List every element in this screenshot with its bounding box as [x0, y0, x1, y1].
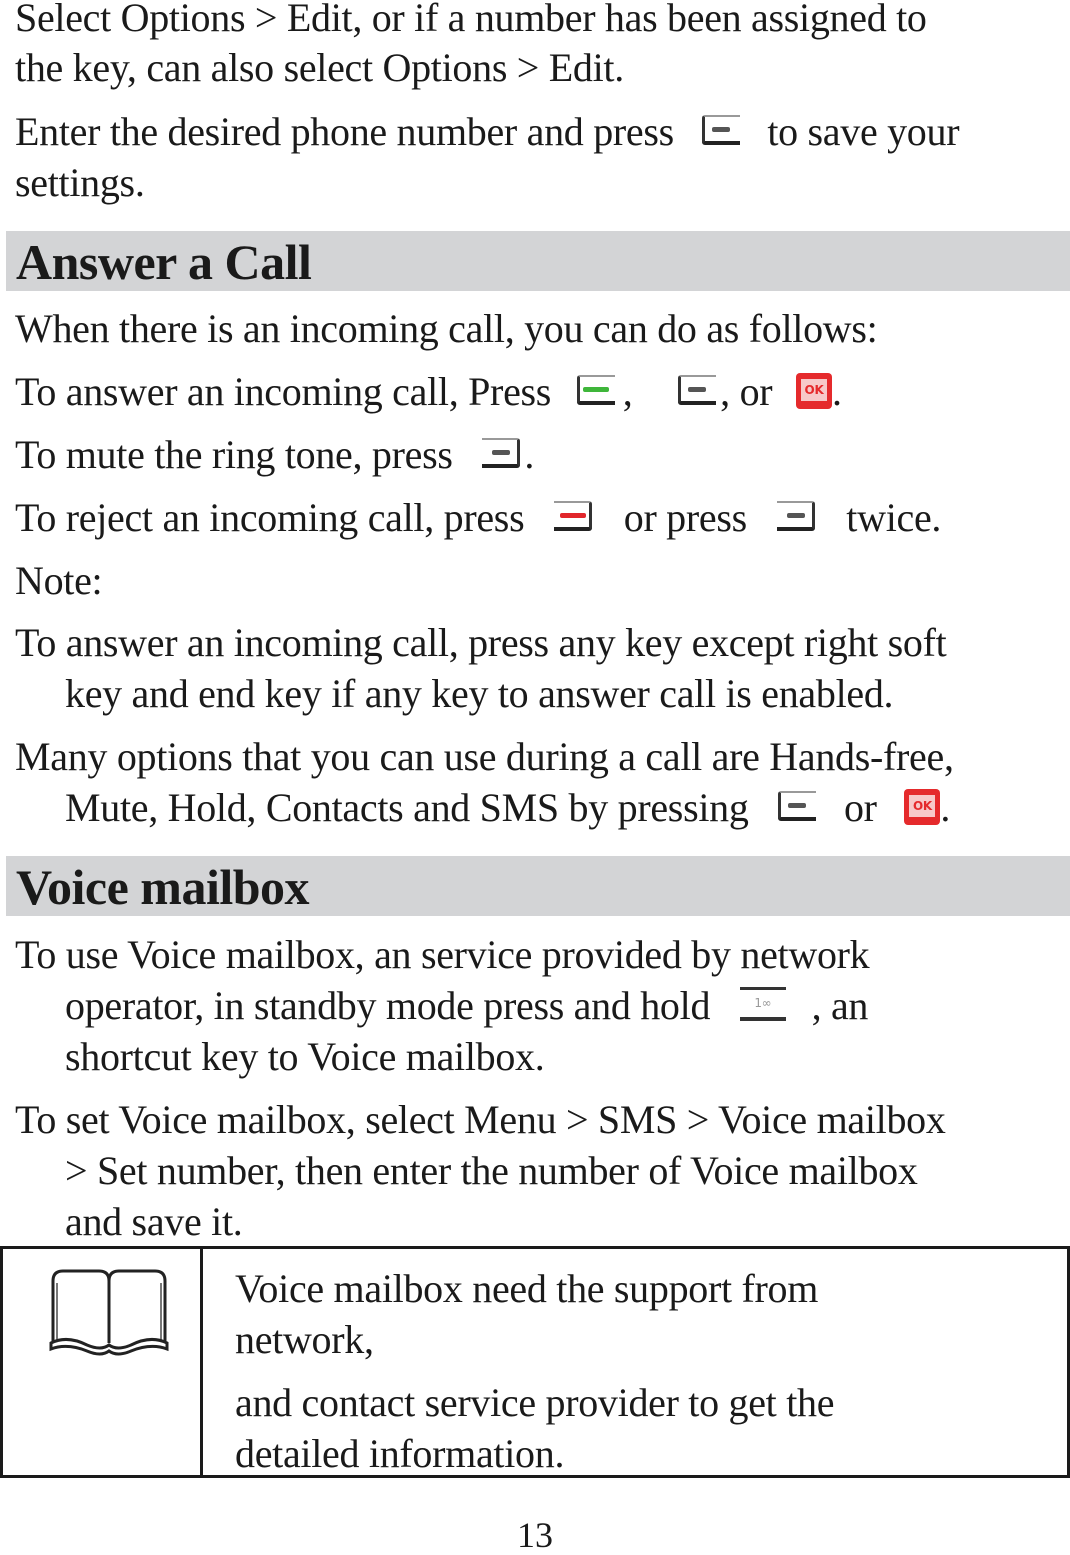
send-key-icon — [575, 373, 619, 409]
end-key-icon — [552, 499, 596, 535]
or-text: , or — [720, 369, 773, 414]
note-line3: and contact service provider to get the — [235, 1380, 835, 1425]
save-instruction-text: Enter the desired phone number and press — [15, 109, 674, 154]
section-heading-band: Answer a Call — [6, 231, 1070, 291]
section-heading-band: Voice mailbox — [6, 856, 1070, 916]
note2-line2: Mute, Hold, Contacts and SMS by pressing… — [15, 782, 1066, 833]
note-line4: detailed information. — [235, 1431, 565, 1476]
voicemail-set-line2: > Set number, then enter the number of V… — [65, 1148, 918, 1193]
answer-instruction: To answer an incoming call, Press , , or… — [15, 366, 1066, 417]
note-line2: network, — [235, 1317, 374, 1362]
mute-instruction: To mute the ring tone, press . — [15, 429, 1066, 480]
left-soft-key-icon — [700, 113, 744, 149]
voicemail-use-text: operator, in standby mode press and hold — [65, 983, 711, 1028]
left-soft-key-icon — [776, 789, 820, 825]
note-label: Note: — [15, 558, 103, 603]
note2-text: Mute, Hold, Contacts and SMS by pressing — [65, 785, 749, 830]
answer-intro: When there is an incoming call, you can … — [15, 306, 878, 351]
reject-instruction: To reject an incoming call, press or pre… — [15, 492, 1066, 543]
book-icon — [49, 1269, 169, 1356]
period: . — [832, 369, 842, 414]
comma: , — [622, 369, 633, 414]
ok-key-icon: OK — [796, 373, 832, 409]
page-number: 13 — [517, 1515, 553, 1555]
voicemail-set-line3: and save it. — [65, 1199, 243, 1244]
note-line1: Voice mailbox need the support from — [235, 1266, 819, 1311]
section-heading-answer-call: Answer a Call — [16, 234, 312, 290]
manual-page: Select Options > Edit, or if a number ha… — [0, 0, 1070, 1555]
save-instruction-line2: settings. — [15, 160, 145, 205]
ok-key-label: OK — [909, 795, 936, 817]
section-heading-voice-mailbox: Voice mailbox — [16, 859, 310, 915]
voicemail-use-line3: shortcut key to Voice mailbox. — [65, 1034, 545, 1079]
voicemail-set-line1: To set Voice mailbox, select Menu > SMS … — [15, 1097, 946, 1142]
note2-line1: Many options that you can use during a c… — [15, 734, 954, 779]
note-box: Voice mailbox need the support from netw… — [0, 1246, 1070, 1478]
reject-instruction-text: To reject an incoming call, press — [15, 495, 525, 540]
intro-paragraph-line1: Select Options > Edit, or if a number ha… — [15, 0, 927, 40]
period: . — [940, 785, 951, 830]
right-soft-key-icon — [775, 499, 819, 535]
ok-key-icon: OK — [904, 789, 941, 825]
one-key-voicemail-icon: 1∞ — [738, 987, 788, 1023]
right-soft-key-icon — [480, 436, 524, 472]
ok-key-label: OK — [801, 379, 827, 401]
mute-instruction-text: To mute the ring tone, press — [15, 432, 453, 477]
period: . — [524, 432, 535, 477]
left-soft-key-icon — [676, 373, 720, 409]
voicemail-use-line2: operator, in standby mode press and hold… — [15, 980, 1066, 1031]
voicemail-use-line1: To use Voice mailbox, an service provide… — [15, 932, 870, 977]
note-text-cell: Voice mailbox need the support from netw… — [235, 1263, 1057, 1479]
save-instruction-text-after: to save your — [767, 109, 960, 154]
save-instruction-line1: Enter the desired phone number and press… — [15, 106, 1066, 157]
or-press-text: or press — [623, 495, 747, 540]
twice-text: twice. — [846, 495, 942, 540]
intro-paragraph-line2: the key, can also select Options > Edit. — [15, 45, 624, 90]
note1-line1: To answer an incoming call, press any ke… — [15, 620, 947, 665]
one-key-label: 1∞ — [754, 996, 772, 1010]
voicemail-use-text-after: , an — [811, 983, 869, 1028]
note1-line2: key and end key if any key to answer cal… — [65, 671, 894, 716]
note-icon-cell — [3, 1249, 203, 1475]
answer-instruction-text: To answer an incoming call, Press — [15, 369, 552, 414]
or-text: or — [843, 785, 877, 830]
